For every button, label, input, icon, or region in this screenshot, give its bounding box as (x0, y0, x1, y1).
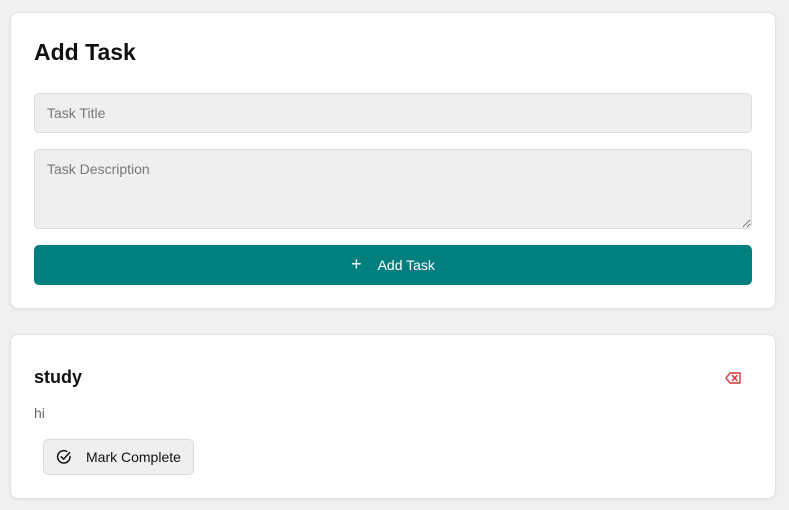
add-task-button-label: Add Task (377, 257, 435, 273)
task-title: study (34, 367, 83, 387)
mark-complete-button[interactable]: Mark Complete (43, 439, 194, 475)
task-card: study hi Mark Complete (10, 334, 776, 499)
task-description: hi (34, 405, 45, 421)
task-title-input[interactable] (34, 93, 752, 133)
plus-icon: + (351, 254, 362, 274)
add-task-card: Add Task + Add Task (10, 12, 776, 309)
task-description-input[interactable] (34, 149, 752, 229)
backspace-icon (725, 372, 741, 384)
delete-task-button[interactable] (721, 368, 745, 388)
mark-complete-label: Mark Complete (86, 449, 181, 465)
circle-check-icon (56, 449, 72, 465)
add-task-button[interactable]: + Add Task (34, 245, 752, 285)
add-task-heading: Add Task (34, 39, 136, 65)
